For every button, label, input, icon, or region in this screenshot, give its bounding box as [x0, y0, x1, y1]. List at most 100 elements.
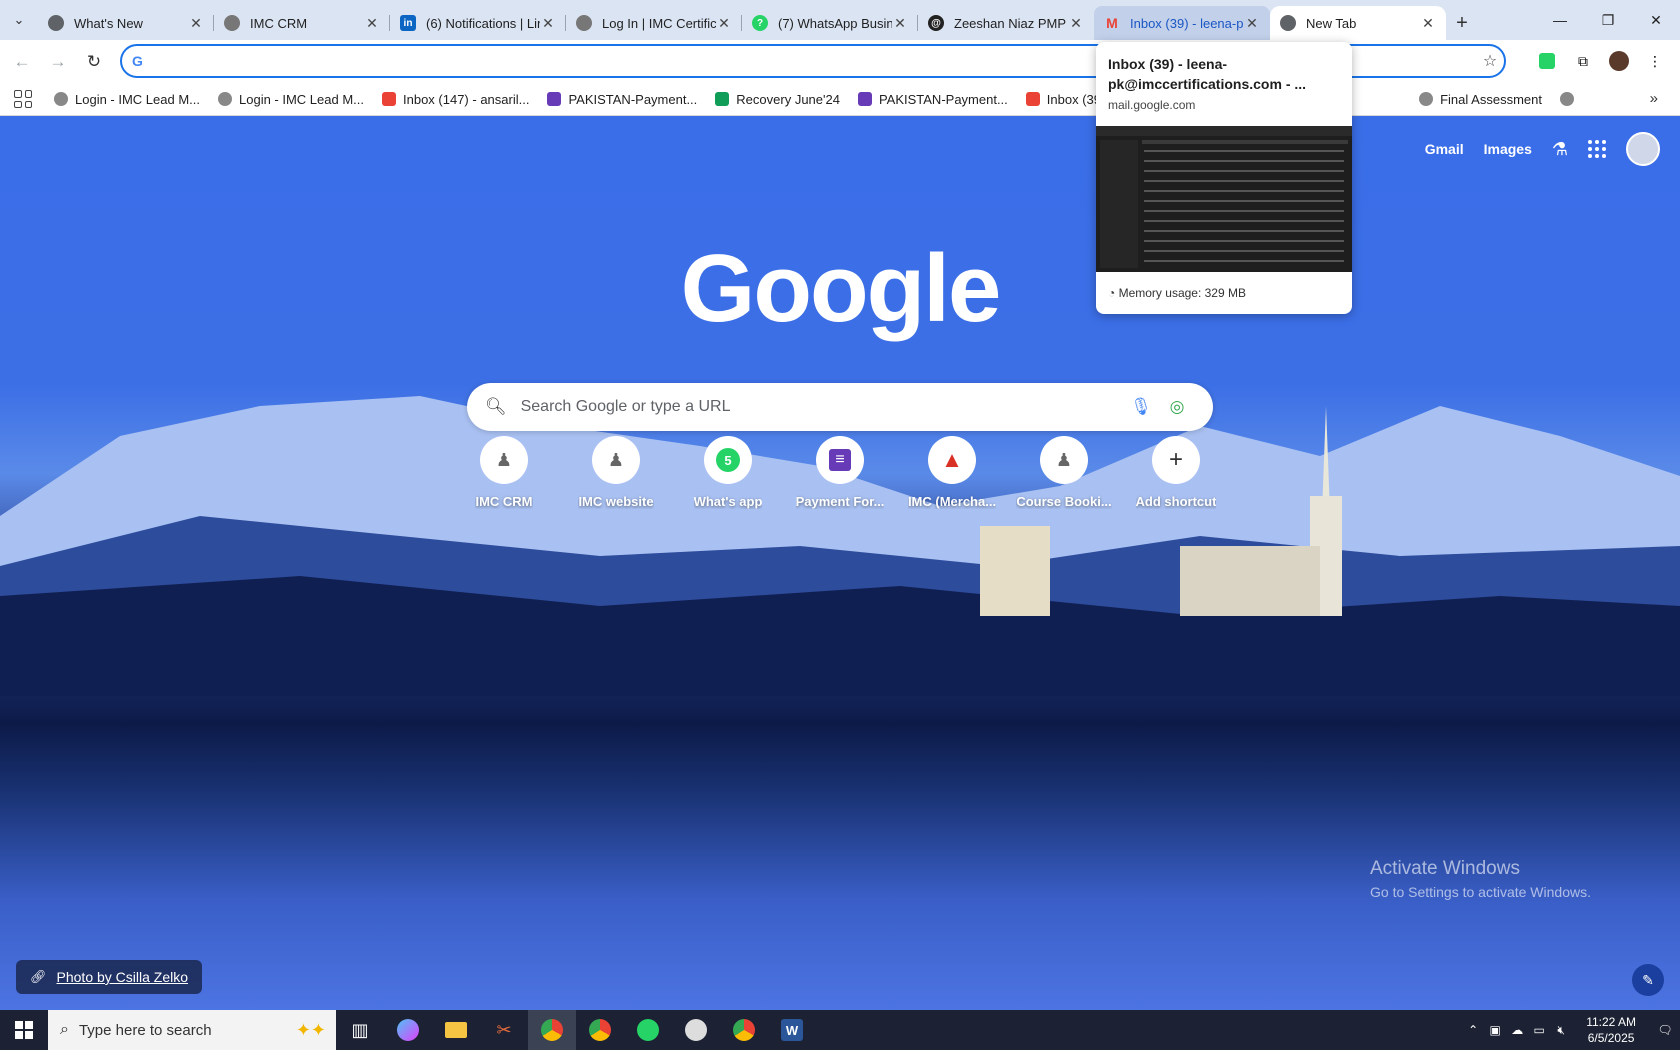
close-icon[interactable]: ✕ — [1244, 15, 1260, 32]
clock-time: 11:22 AM — [1586, 1015, 1636, 1029]
shortcut-payment-form[interactable]: ≡ Payment For... — [784, 436, 896, 509]
more-menu-icon[interactable]: ⋮ — [1640, 46, 1670, 76]
toolbar: ← → ↻ G ☆ ⧉ ⋮ — [0, 40, 1680, 83]
shortcut-imc-crm[interactable]: ♟ IMC CRM — [448, 436, 560, 509]
labs-flask-icon[interactable]: ⚗ — [1552, 139, 1568, 160]
account-avatar[interactable] — [1626, 132, 1660, 166]
close-icon[interactable]: ✕ — [188, 15, 204, 32]
bookmark-item[interactable]: PAKISTAN-Payment... — [547, 92, 697, 107]
search-placeholder: Search Google or type a URL — [520, 398, 731, 415]
google-apps-icon[interactable] — [1588, 140, 1606, 158]
activate-title: Activate Windows — [1370, 858, 1520, 879]
shortcut-label: Payment For... — [795, 494, 885, 509]
shortcut-course-booking[interactable]: ♟ Course Booki... — [1008, 436, 1120, 509]
google-forms-icon — [547, 92, 562, 106]
restore-button[interactable]: ❐ — [1584, 0, 1632, 40]
sparkle-icon: ✦✦ — [295, 1019, 326, 1040]
chrome-taskbar-icon[interactable] — [576, 1010, 624, 1050]
star-icon[interactable]: ☆ — [1476, 51, 1504, 71]
close-window-button[interactable]: ✕ — [1632, 0, 1680, 40]
taskbar-clock[interactable]: 11:22 AM 6/5/2025 — [1586, 1014, 1636, 1046]
tab-gmail-inbox[interactable]: M Inbox (39) - leena-pk ✕ — [1094, 6, 1270, 40]
google-sheets-icon — [715, 92, 730, 106]
photo-credit[interactable]: 🔗︎ Photo by Csilla Zelko — [16, 960, 203, 994]
toolbar-right: ⧉ ⋮ — [1532, 46, 1670, 76]
shortcut-label: What's app — [693, 494, 763, 509]
add-shortcut-button[interactable]: + Add shortcut — [1120, 436, 1232, 509]
volume-muted-icon[interactable]: 🔇︎ — [1550, 1023, 1572, 1038]
google-g-icon: G — [132, 53, 143, 69]
minimize-button[interactable]: — — [1536, 0, 1584, 40]
threads-icon: @ — [928, 15, 944, 31]
new-tab-button[interactable]: + — [1446, 6, 1478, 40]
copilot-icon[interactable] — [384, 1010, 432, 1050]
taskbar-search[interactable]: ⌕ Type here to search ✦✦ — [48, 1010, 336, 1050]
bookmark-label: Recovery June'24 — [736, 91, 840, 107]
file-explorer-icon[interactable] — [432, 1010, 480, 1050]
profile-avatar[interactable] — [1604, 46, 1634, 76]
close-icon[interactable]: ✕ — [540, 15, 556, 32]
chevron-up-icon[interactable]: ⌃ — [1462, 1023, 1484, 1037]
gmail-icon — [1025, 92, 1040, 106]
close-icon[interactable]: ✕ — [716, 15, 732, 32]
bookmark-item[interactable]: Inbox (147) - ansaril... — [382, 92, 529, 107]
bookmark-item[interactable]: Login - IMC Lead M... — [218, 92, 364, 107]
tab-whats-new[interactable]: What's New ✕ — [38, 6, 214, 40]
google-logo: Google — [680, 235, 1002, 342]
onedrive-icon[interactable]: ☁ — [1506, 1023, 1528, 1037]
close-icon[interactable]: ✕ — [1420, 15, 1436, 32]
extensions-puzzle-icon[interactable]: ⧉ — [1568, 46, 1598, 76]
shortcut-label: Course Booki... — [1016, 494, 1112, 509]
bookmark-item[interactable]: Login - IMC Lead M... — [54, 92, 200, 107]
tab-zeeshan[interactable]: @ Zeeshan Niaz PMP PMI ✕ — [918, 6, 1094, 40]
microphone-icon[interactable]: 🎙︎ — [1123, 397, 1159, 417]
task-view-icon[interactable]: ▥ — [336, 1010, 384, 1050]
shortcut-whatsapp[interactable]: 5 What's app — [672, 436, 784, 509]
gmail-link[interactable]: Gmail — [1425, 141, 1464, 157]
link-icon: 🔗︎ — [30, 969, 47, 984]
tab-whatsapp[interactable]: ? (7) WhatsApp Business ✕ — [742, 6, 918, 40]
bookmark-item[interactable] — [1559, 92, 1581, 106]
notification-icon[interactable]: 🗨︎ — [1650, 1023, 1680, 1037]
shortcut-imc-merchant[interactable]: ▲ IMC (Mercha... — [896, 436, 1008, 509]
clock-app-icon[interactable] — [672, 1010, 720, 1050]
tab-linkedin[interactable]: in (6) Notifications | LinkedIn ✕ — [390, 6, 566, 40]
bookmark-item[interactable]: Final Assessment — [1419, 92, 1542, 107]
imc-logo-icon — [218, 92, 232, 106]
word-icon[interactable]: W — [768, 1010, 816, 1050]
start-button[interactable] — [0, 1010, 48, 1050]
shortcut-imc-website[interactable]: ♟ IMC website — [560, 436, 672, 509]
chrome-taskbar-icon[interactable] — [528, 1010, 576, 1050]
close-icon[interactable]: ✕ — [892, 15, 908, 32]
bookmark-item[interactable]: PAKISTAN-Payment... — [857, 92, 1008, 107]
gmail-icon: M — [1106, 15, 1118, 31]
meet-now-icon[interactable]: ▣ — [1484, 1023, 1506, 1037]
snipping-tool-icon[interactable]: ✂ — [480, 1010, 528, 1050]
reload-button[interactable]: ↻ — [76, 44, 112, 80]
whatsapp-taskbar-icon[interactable] — [624, 1010, 672, 1050]
network-icon[interactable]: ▭ — [1528, 1023, 1550, 1037]
forward-button[interactable]: → — [40, 44, 76, 80]
customize-pencil-icon[interactable]: ✎ — [1632, 964, 1664, 996]
windows-taskbar: ⌕ Type here to search ✦✦ ▥ ✂ W ⌃ ▣ ☁ ▭ 🔇… — [0, 1010, 1680, 1050]
chrome-taskbar-icon[interactable] — [720, 1010, 768, 1050]
gmail-icon — [382, 92, 396, 106]
whatsapp-extension-icon[interactable] — [1532, 46, 1562, 76]
bookmark-item[interactable]: Recovery June'24 — [715, 92, 840, 107]
ntp-search-box[interactable]: 🔍︎ Search Google or type a URL 🎙︎ ◎ — [467, 383, 1213, 431]
apps-grid-icon[interactable] — [14, 90, 32, 108]
tab-imc-login[interactable]: Log In | IMC Certifications ✕ — [566, 6, 742, 40]
images-link[interactable]: Images — [1484, 141, 1532, 157]
close-icon[interactable]: ✕ — [364, 15, 380, 32]
back-button[interactable]: ← — [4, 44, 40, 80]
close-icon[interactable]: ✕ — [1068, 15, 1084, 32]
tab-imc-crm[interactable]: IMC CRM ✕ — [214, 6, 390, 40]
tab-preview-thumbnail — [1096, 126, 1352, 272]
bookmarks-overflow-icon[interactable]: » — [1650, 90, 1658, 107]
tab-search-button[interactable]: ⌄ — [0, 0, 38, 40]
gauge-icon: ◔ — [1108, 286, 1119, 300]
tab-new-tab[interactable]: New Tab ✕ — [1270, 6, 1446, 40]
bookmark-label: Login - IMC Lead M... — [239, 91, 364, 107]
google-lens-icon[interactable]: ◎ — [1159, 397, 1195, 417]
tab-label: (7) WhatsApp Business — [778, 15, 892, 31]
